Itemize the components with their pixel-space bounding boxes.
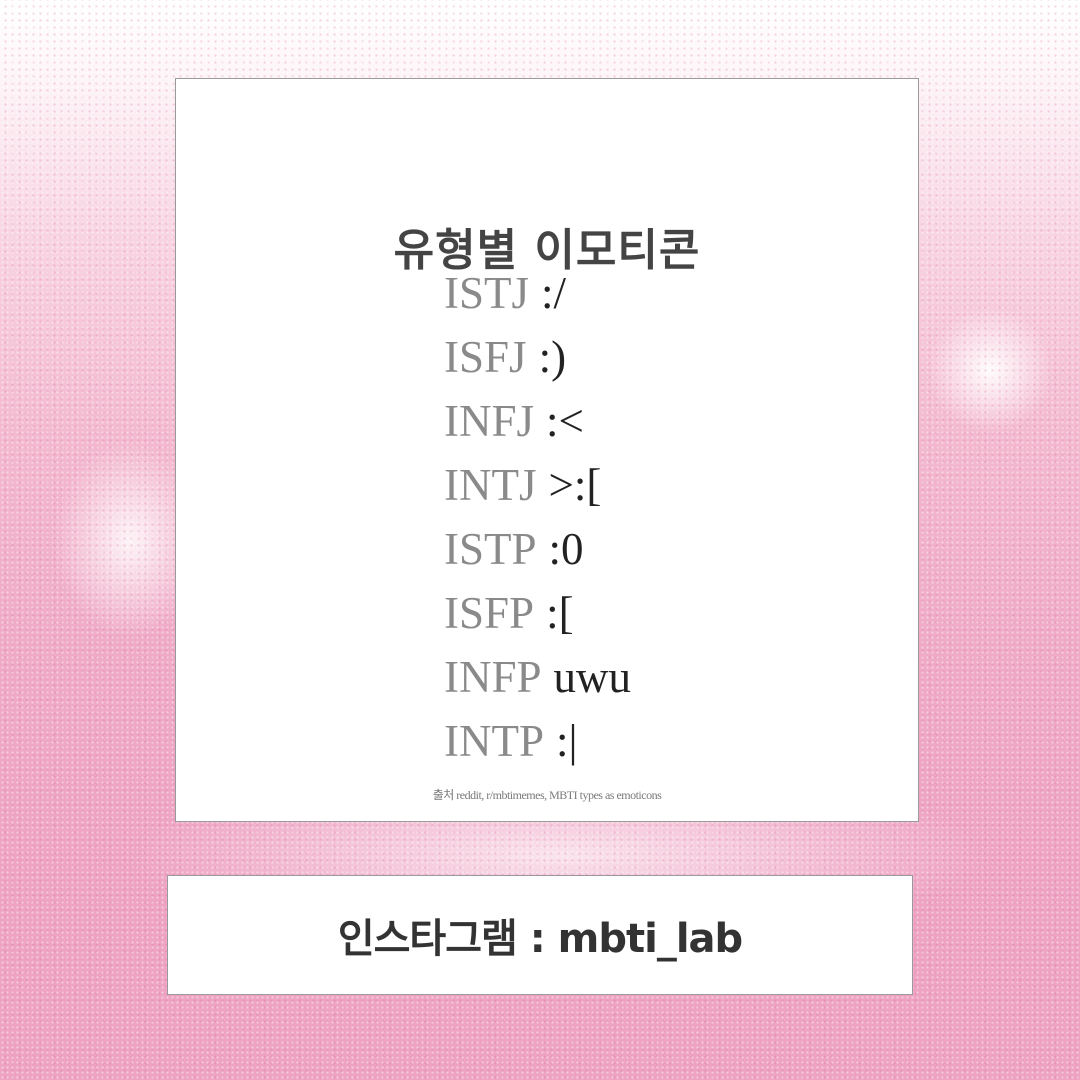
instagram-banner: 인스타그램 : mbti_lab [167,875,913,995]
emoticon: :< [546,396,584,446]
emoticon: :/ [541,268,567,318]
emoticon: uwu [553,652,632,702]
emoticon: :[ [546,588,574,638]
instagram-handle: 인스타그램 : mbti_lab [337,916,743,962]
list-item: ISTJ:/ [444,249,631,318]
emoticon: :| [556,716,578,766]
mbti-type: INTP [444,716,544,766]
mbti-type: INTJ [444,460,537,510]
mbti-type: ISTP [444,524,537,574]
emoticon: :0 [548,524,584,574]
emoticon-card: 유형별 이모티콘 ISTJ:/ ISFJ:) INFJ:< INTJ >:[ IS… [175,78,919,822]
mbti-type: ISTJ [444,268,530,318]
emoticon: >:[ [548,460,602,510]
emoticon: :) [538,332,567,382]
source-credit: 출처 reddit, r/mbtimemes, MBTI types as em… [432,788,662,802]
mbti-type: ISFP [444,588,535,638]
mbti-type: ISFJ [444,332,527,382]
mbti-type: INFP [444,652,542,702]
mbti-type: INFJ [444,396,535,446]
emoticon-list: ISTJ:/ ISFJ:) INFJ:< INTJ >:[ ISTP:0 ISFP… [444,249,632,766]
